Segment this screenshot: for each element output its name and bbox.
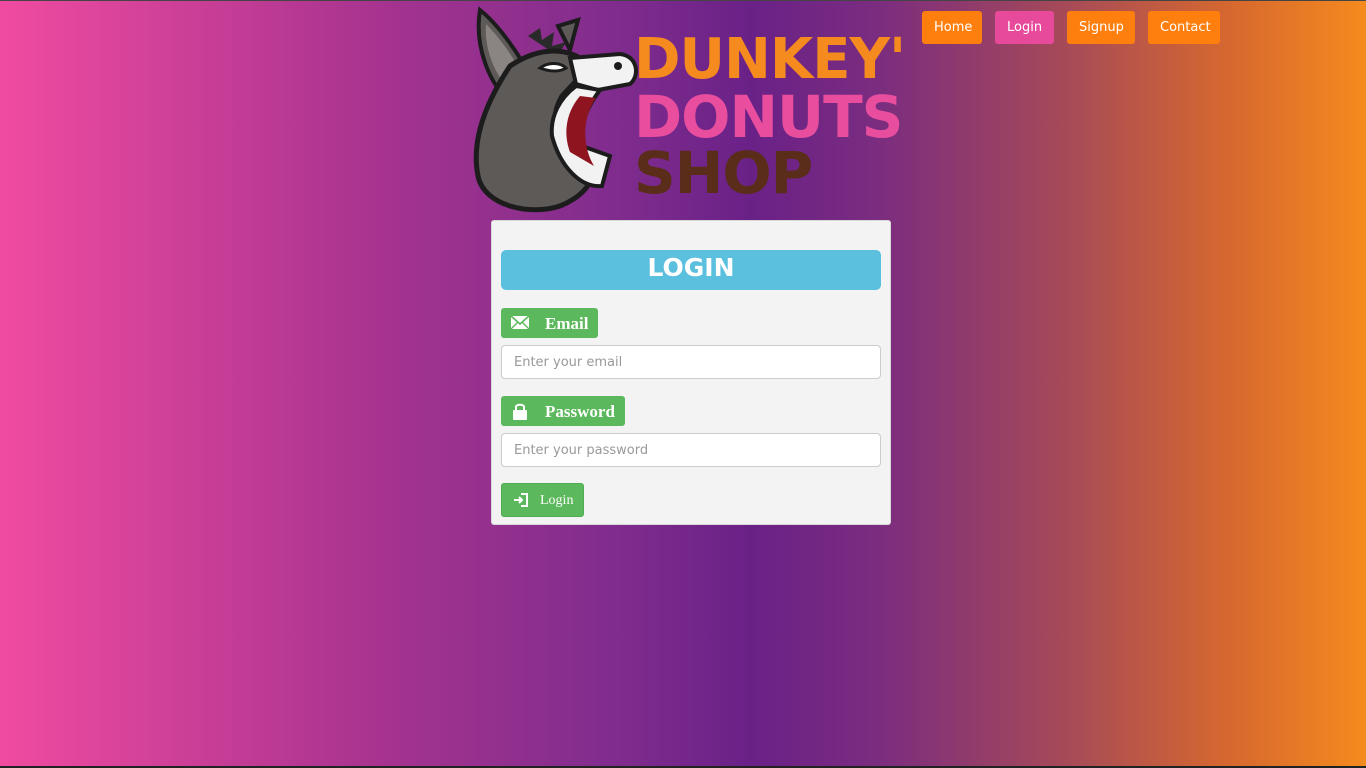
lock-icon (513, 403, 527, 420)
logo-text-dunkeys: DUNKEY' (634, 27, 906, 92)
log-in-icon (514, 493, 528, 507)
nav-signup-button[interactable]: Signup (1067, 11, 1135, 44)
login-card: LOGIN Email Password Login (491, 220, 891, 525)
email-label: Email (501, 308, 598, 338)
email-field[interactable] (501, 345, 881, 379)
nav-home-button[interactable]: Home (922, 11, 982, 44)
password-field[interactable] (501, 433, 881, 467)
login-title: LOGIN (501, 250, 881, 290)
nav-contact-button[interactable]: Contact (1148, 11, 1220, 44)
donkey-mascot-icon (473, 6, 638, 213)
dunkeys-donuts-logo[interactable]: DUNKEY' DONUTS SHOP (470, 6, 906, 214)
top-border (0, 0, 1366, 1)
logo-text-donuts: DONUTS (634, 83, 903, 151)
logo-text-shop: SHOP (634, 139, 813, 207)
email-label-text: Email (545, 314, 589, 333)
password-label-text: Password (545, 402, 615, 421)
login-submit-button[interactable]: Login (501, 483, 584, 517)
login-submit-label: Login (540, 493, 574, 508)
nav-login-button[interactable]: Login (995, 11, 1054, 44)
envelope-icon (511, 315, 529, 330)
password-label: Password (501, 396, 625, 426)
